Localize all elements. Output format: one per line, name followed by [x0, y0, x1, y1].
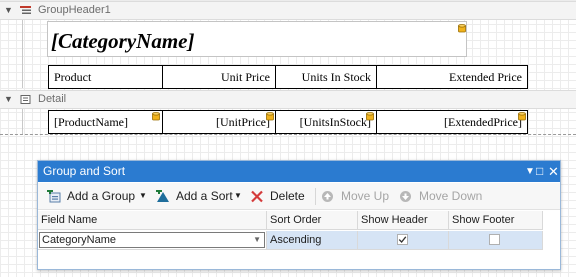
group-header-band-label: GroupHeader1 [38, 4, 111, 16]
panel-title-bar[interactable]: Group and Sort ▼ □ ✕ [38, 161, 560, 182]
column-header-field-name[interactable]: Field Name [38, 211, 267, 230]
group-header-band-header[interactable]: ▼ GroupHeader1 [0, 1, 576, 20]
detail-cell-extended-price[interactable]: [ExtendedPrice] [376, 110, 528, 134]
show-footer-cell[interactable] [449, 231, 543, 250]
header-cell-unit-price[interactable]: Unit Price [162, 65, 276, 89]
move-up-label: Move Up [341, 189, 390, 203]
panel-menu-dropdown-icon[interactable]: ▼ [525, 161, 535, 182]
delete-icon [251, 190, 263, 203]
checkmark-icon [398, 236, 407, 243]
column-header-sort-order[interactable]: Sort Order [267, 211, 358, 230]
band-bottom-margin-line [0, 134, 576, 135]
header-label-product: Product [54, 70, 92, 84]
close-icon[interactable]: ✕ [548, 161, 559, 182]
field-name-value: CategoryName [42, 234, 116, 246]
move-up-button[interactable]: Move Up [321, 183, 391, 209]
column-header-show-footer[interactable]: Show Footer [449, 211, 543, 230]
dropdown-icon[interactable]: ▼ [253, 233, 261, 247]
delete-label: Delete [270, 189, 305, 203]
add-group-button[interactable]: Add a Group ▼ [47, 183, 147, 209]
group-and-sort-panel: Group and Sort ▼ □ ✕ Add a Group ▼ Add a… [37, 160, 561, 270]
database-field-icon [266, 112, 274, 121]
move-down-button[interactable]: Move Down [399, 183, 483, 209]
chevron-down-icon: ▼ [139, 191, 147, 200]
header-cell-product[interactable]: Product [48, 65, 163, 89]
toolbar-separator [315, 188, 316, 205]
detail-band-label: Detail [38, 93, 67, 105]
move-down-icon [400, 191, 411, 202]
add-group-label: Add a Group [67, 189, 136, 203]
collapse-triangle-icon[interactable]: ▼ [4, 2, 13, 19]
sort-order-cell[interactable]: Ascending [267, 231, 358, 250]
add-sort-label: Add a Sort [176, 189, 233, 203]
header-label-extended-price: Extended Price [449, 70, 522, 84]
panel-toolbar: Add a Group ▼ Add a Sort ▼ Delete Move U… [38, 183, 560, 210]
header-cell-extended-price[interactable]: Extended Price [376, 65, 528, 89]
show-header-cell[interactable] [358, 231, 449, 250]
detail-field-extended-price: [ExtendedPrice] [444, 115, 522, 129]
band-left-rule [22, 109, 23, 135]
column-header-show-header[interactable]: Show Header [358, 211, 449, 230]
database-field-icon [366, 112, 374, 121]
database-field-icon [518, 112, 526, 121]
detail-field-product-name: [ProductName] [54, 115, 128, 129]
header-label-unit-price: Unit Price [221, 70, 270, 84]
field-name-cell[interactable]: CategoryName ▼ [38, 231, 267, 250]
detail-band-header[interactable]: ▼ Detail [0, 90, 576, 109]
detail-band-icon [20, 95, 31, 104]
band-left-rule [22, 20, 23, 88]
add-group-icon [47, 190, 61, 203]
collapse-triangle-icon[interactable]: ▼ [4, 91, 13, 108]
add-sort-icon [156, 190, 169, 202]
chevron-down-icon: ▼ [234, 191, 242, 200]
detail-cell-units-in-stock[interactable]: [UnitsInStock] [275, 110, 377, 134]
show-header-checkbox[interactable] [397, 234, 408, 245]
add-sort-button[interactable]: Add a Sort ▼ [156, 183, 242, 209]
delete-button[interactable]: Delete [250, 183, 308, 209]
move-down-label: Move Down [419, 189, 483, 203]
category-name-field: [CategoryName] [51, 29, 195, 53]
detail-field-units-in-stock: [UnitsInStock] [299, 115, 371, 129]
field-name-combobox[interactable]: CategoryName ▼ [39, 232, 265, 248]
show-footer-checkbox[interactable] [489, 234, 500, 245]
detail-cell-product-name[interactable]: [ProductName] [48, 110, 163, 134]
header-label-units-in-stock: Units In Stock [301, 70, 371, 84]
move-up-icon [322, 191, 333, 202]
detail-cell-unit-price[interactable]: [UnitPrice] [162, 110, 276, 134]
database-field-icon [458, 24, 466, 33]
database-field-icon [152, 112, 160, 121]
panel-title: Group and Sort [43, 164, 126, 178]
maximize-icon[interactable]: □ [536, 161, 543, 182]
detail-field-unit-price: [UnitPrice] [216, 115, 270, 129]
category-name-textbox[interactable]: [CategoryName] [47, 21, 467, 57]
group-header-band-icon [20, 6, 31, 14]
header-cell-units-in-stock[interactable]: Units In Stock [275, 65, 377, 89]
